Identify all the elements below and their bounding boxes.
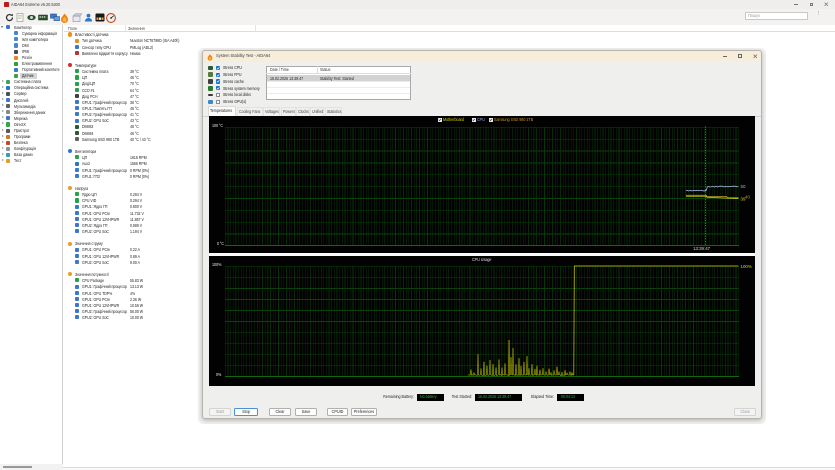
svg-text:50: 50 [741, 184, 746, 189]
svg-text:100%: 100% [741, 263, 752, 268]
svg-text:13:39:47: 13:39:47 [693, 246, 711, 251]
svg-text:40: 40 [745, 195, 750, 200]
